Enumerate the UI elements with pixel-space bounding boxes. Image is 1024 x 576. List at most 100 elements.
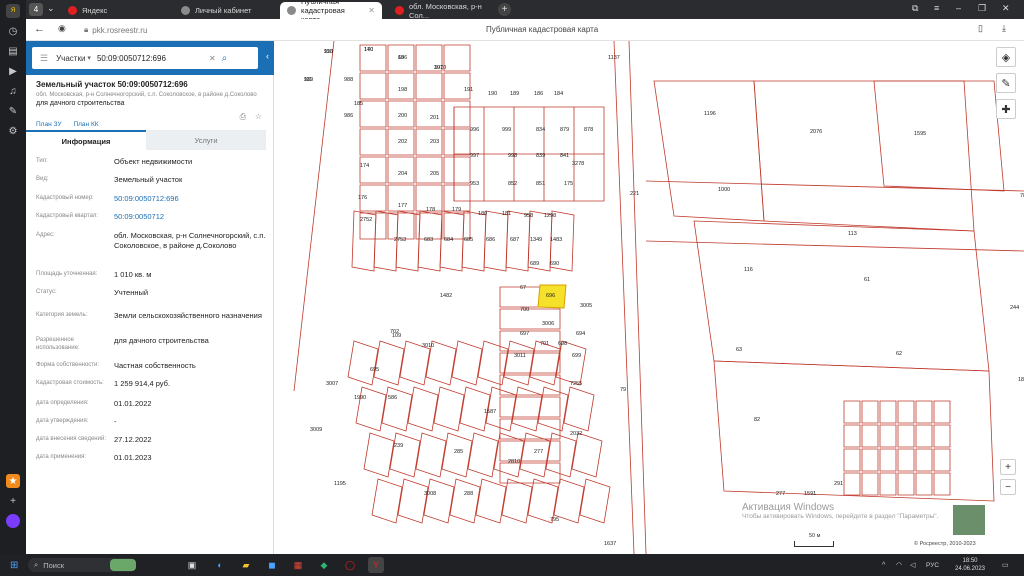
parcel-outline[interactable] — [529, 340, 561, 386]
parcel-outline[interactable] — [443, 44, 471, 72]
zoom-in-button[interactable]: + — [1000, 459, 1016, 475]
parcel-outline[interactable] — [753, 80, 975, 232]
parcel-outline[interactable] — [443, 212, 471, 240]
parcel-outline[interactable] — [713, 360, 995, 502]
taskbar-search[interactable]: ⌕ Поиск — [28, 558, 136, 572]
parcel-outline[interactable] — [499, 352, 561, 374]
history-icon[interactable]: ◷ — [6, 24, 20, 38]
back-button[interactable]: ← — [34, 23, 45, 35]
plan-zu-link[interactable]: План ЗУ — [36, 121, 61, 128]
parcel-outline[interactable] — [861, 472, 879, 496]
search-icon[interactable]: ⌕ — [222, 53, 228, 64]
parcel-outline[interactable] — [415, 100, 443, 128]
parcel-outline[interactable] — [363, 432, 395, 478]
parcel-outline[interactable] — [499, 462, 561, 484]
add-icon[interactable]: + — [6, 494, 20, 508]
parcel-outline[interactable] — [397, 478, 429, 524]
parcel-outline[interactable] — [359, 156, 387, 184]
parcel-outline[interactable] — [861, 424, 879, 448]
parcel-outline[interactable] — [501, 478, 533, 524]
tab-count-badge[interactable]: 4 — [29, 3, 43, 16]
app-icon-2[interactable]: ◆ — [316, 558, 332, 572]
notifications-icon[interactable]: ▭ — [1002, 558, 1009, 572]
parcel-outline[interactable] — [359, 100, 387, 128]
music-icon[interactable]: ♫ — [6, 84, 20, 98]
tab-yandex[interactable]: Яндекс — [61, 2, 151, 19]
parcel-outline[interactable] — [433, 386, 465, 432]
zoom-out-button[interactable]: − — [1000, 479, 1016, 495]
parcel-outline[interactable] — [467, 432, 499, 478]
parcel-outline[interactable] — [389, 432, 421, 478]
parcel-outline[interactable] — [387, 72, 415, 100]
parcel-outline[interactable] — [843, 448, 861, 472]
search-type-select[interactable]: Участки — [56, 54, 85, 63]
settings-icon[interactable]: ⚙ — [6, 124, 20, 138]
parcel-outline[interactable] — [359, 128, 387, 156]
menu-icon[interactable]: ≡ — [934, 3, 939, 13]
download-icon[interactable]: ⤓ — [1002, 23, 1006, 34]
parcel-outline[interactable] — [861, 448, 879, 472]
parcel-outline[interactable] — [499, 374, 561, 396]
parcel-outline[interactable] — [933, 400, 951, 424]
tab-information[interactable]: Информация — [26, 130, 146, 150]
parcel-outline[interactable] — [897, 472, 915, 496]
collections-icon[interactable]: ▤ — [6, 44, 20, 58]
parcel-outline[interactable] — [879, 472, 897, 496]
parcel-outline[interactable] — [499, 396, 561, 418]
parcel-outline[interactable] — [443, 156, 471, 184]
app-icon[interactable]: ▦ — [290, 558, 306, 572]
parcel-outline[interactable] — [477, 340, 509, 386]
parcel-outline[interactable] — [355, 386, 387, 432]
parcel-outline[interactable] — [371, 478, 403, 524]
parcel-outline[interactable] — [441, 432, 473, 478]
yandex-browser-icon[interactable]: Y — [368, 557, 384, 573]
parcel-outline[interactable] — [933, 424, 951, 448]
windows-start-icon[interactable]: ⊞ — [10, 558, 18, 572]
store-icon[interactable]: ◼ — [264, 558, 280, 572]
field-value[interactable]: 50:09:0050712:696 — [114, 194, 266, 204]
parcel-outline[interactable] — [443, 72, 471, 100]
network-icon[interactable]: ◠ — [896, 558, 902, 572]
parcel-outline[interactable] — [499, 440, 561, 462]
parcel-outline[interactable] — [579, 478, 611, 524]
field-value[interactable]: 50:09:0050712 — [114, 212, 266, 222]
parcel-outline[interactable] — [423, 478, 455, 524]
tab-personal-account[interactable]: Личный кабинет — [174, 2, 278, 19]
layers-button[interactable]: ◈ — [996, 47, 1016, 67]
parcel-outline[interactable] — [915, 448, 933, 472]
notes-icon[interactable]: ✎ — [6, 104, 20, 118]
parcel-outline[interactable] — [915, 472, 933, 496]
parcel-outline[interactable] — [563, 386, 595, 432]
parcel-outline[interactable] — [407, 386, 439, 432]
parcel-outline[interactable] — [359, 72, 387, 100]
tab-list-icon[interactable]: ⌄ — [47, 3, 55, 14]
parcel-outline[interactable] — [493, 432, 525, 478]
parcel-outline[interactable] — [373, 340, 405, 386]
parcel-outline[interactable] — [879, 448, 897, 472]
parcel-outline[interactable] — [555, 340, 587, 386]
plan-kk-link[interactable]: План КК — [73, 121, 98, 128]
language-indicator[interactable]: РУС — [926, 558, 939, 572]
basemap-thumbnail[interactable] — [952, 504, 986, 536]
market-icon[interactable]: ★ — [6, 474, 20, 488]
menu-icon[interactable]: ☰ — [40, 53, 48, 64]
file-explorer-icon[interactable]: ▰ — [238, 558, 254, 572]
parcel-outline[interactable] — [503, 340, 535, 386]
parcel-outline[interactable] — [879, 400, 897, 424]
parcel-outline[interactable] — [511, 386, 543, 432]
parcel-outline[interactable] — [443, 128, 471, 156]
parcel-outline[interactable] — [897, 448, 915, 472]
alice-icon[interactable] — [6, 514, 20, 528]
minimize-button[interactable]: – — [956, 3, 961, 13]
parcel-outline[interactable] — [387, 212, 415, 240]
parcel-outline[interactable] — [449, 478, 481, 524]
new-tab-button[interactable]: + — [498, 3, 511, 16]
tab-cadastral-map[interactable]: Публичная кадастровая карта ✕ — [280, 0, 382, 24]
parcel-outline[interactable] — [381, 386, 413, 432]
parcel-outline[interactable] — [843, 472, 861, 496]
media-icon[interactable]: ▶ — [6, 64, 20, 78]
parcel-outline[interactable] — [843, 400, 861, 424]
parcel-outline[interactable] — [933, 448, 951, 472]
parcel-outline[interactable] — [537, 386, 569, 432]
cadastral-map[interactable]: 993 170 989 196 197 988 185 198 191 190 189 186 184 1… — [274, 41, 1024, 554]
